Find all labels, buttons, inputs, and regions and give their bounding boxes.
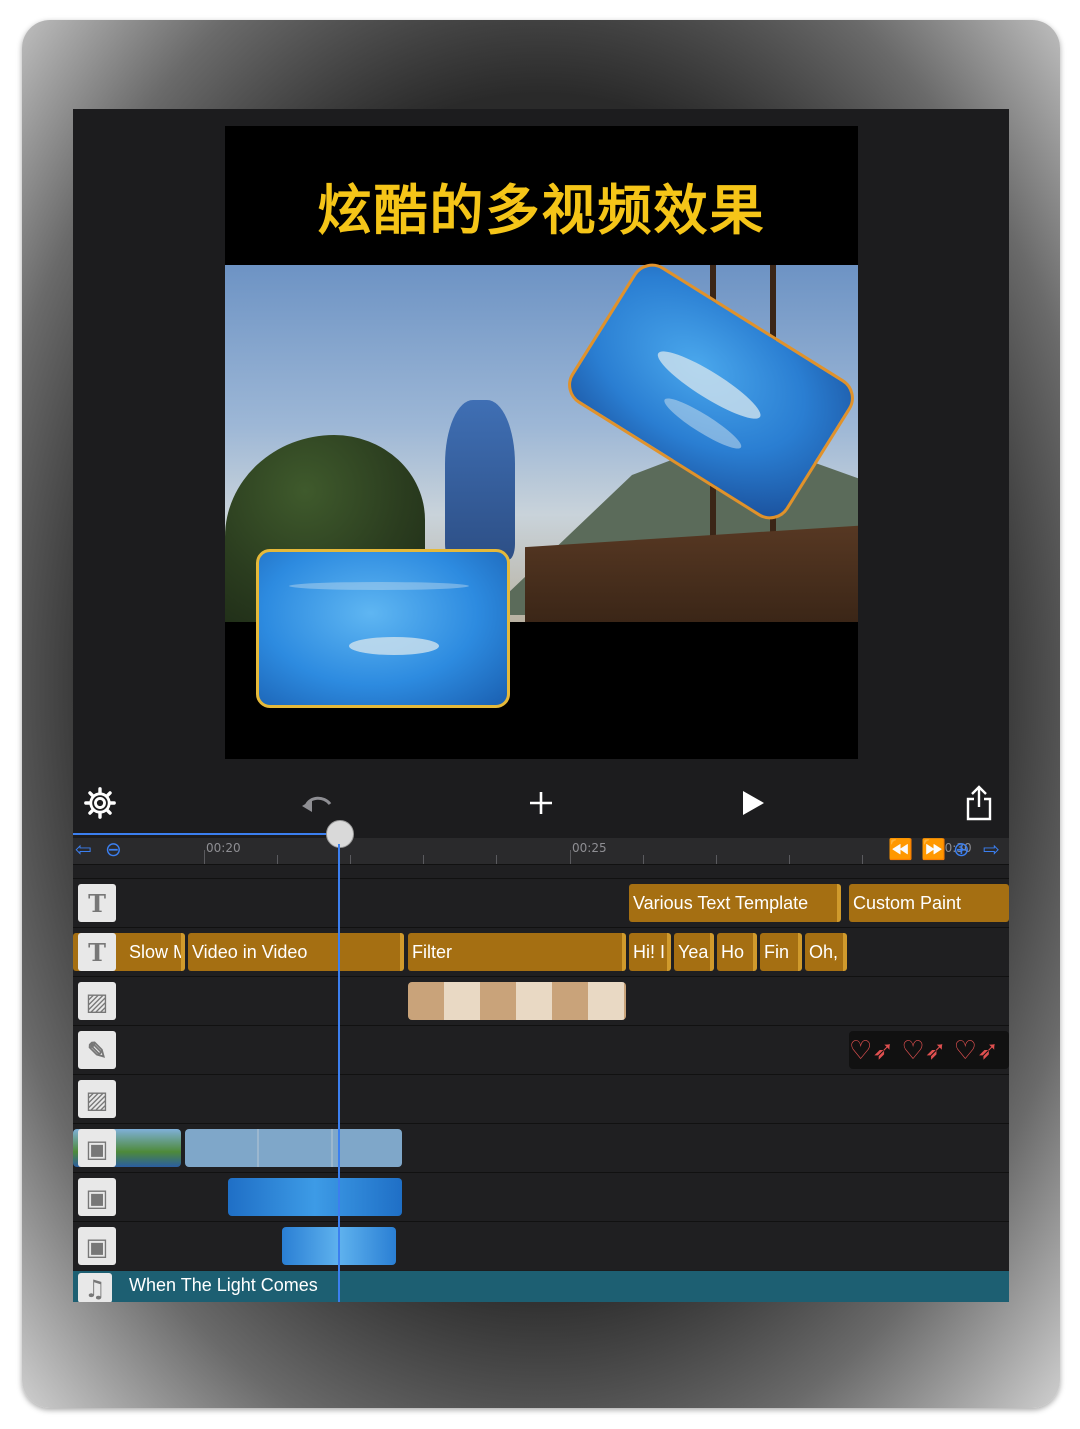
pip-video-aquarium[interactable] [256,549,510,708]
playhead-line [338,844,340,1302]
whale-statue [445,400,515,560]
audio-title: When The Light Comes [129,1275,318,1295]
time-label: 00:20 [206,841,241,855]
text-clip[interactable]: Fin [760,933,802,971]
toolbar [73,773,1009,833]
paint-clip[interactable]: ♡➶ ♡➶ ♡➶ [849,1031,1009,1069]
text-clip[interactable]: Oh, [805,933,847,971]
audio-track[interactable]: ♫ When The Light Comes [73,1271,1009,1302]
add-video-icon[interactable]: ▣ [78,1227,116,1265]
time-label: 00:25 [572,841,607,855]
forward-icon[interactable]: ⏩ [921,840,946,860]
video-clip[interactable] [228,1178,402,1216]
app-screen: 炫酷的多视频效果 ⇦ ⊖ 00:20 00:25 00:30 ⏪ ⏩ ⊕ ⇨ T… [73,109,1009,1302]
track-partial [73,864,1009,879]
add-text-icon[interactable]: T [78,884,116,922]
add-text-icon[interactable]: T [78,933,116,971]
video-preview[interactable]: 炫酷的多视频效果 [225,126,858,759]
scroll-left-icon[interactable]: ⇦ [75,840,92,860]
add-image-icon[interactable]: ▨ [78,1080,116,1118]
plus-icon[interactable] [521,783,561,823]
add-image-icon[interactable]: ▨ [78,982,116,1020]
share-icon[interactable] [959,783,999,823]
progress-line [73,833,337,835]
text-clip[interactable]: Custom Paint [849,884,1009,922]
playhead-knob[interactable] [326,820,354,848]
add-video-icon[interactable]: ▣ [78,1129,116,1167]
add-paint-icon[interactable]: ✎ [78,1031,116,1069]
text-clip[interactable]: Hi! I [629,933,671,971]
preview-title: 炫酷的多视频效果 [317,179,766,242]
image-clip[interactable] [408,982,626,1020]
add-video-icon[interactable]: ▣ [78,1178,116,1216]
timeline-tracks: T Various Text Template Custom Paint T S… [73,864,1009,1302]
image-track: ▨ [73,1074,1009,1123]
undo-icon[interactable] [297,783,337,823]
zoom-out-icon[interactable]: ⊖ [105,840,122,860]
paint-track: ✎ ♡➶ ♡➶ ♡➶ [73,1025,1009,1074]
scroll-right-icon[interactable]: ⇨ [983,840,1000,860]
text-clip[interactable]: Yea [674,933,714,971]
video-track: ▣ [73,1221,1009,1270]
timeline-ruler[interactable]: ⇦ ⊖ 00:20 00:25 00:30 ⏪ ⏩ ⊕ ⇨ [73,833,1009,864]
video-track: ▣ [73,1172,1009,1221]
video-track: ▣ [73,1123,1009,1172]
text-track: T Slow M Video in Video Filter Hi! I Yea… [73,927,1009,976]
text-clip[interactable]: Various Text Template [629,884,841,922]
video-clip[interactable] [185,1129,402,1167]
music-icon[interactable]: ♫ [78,1273,112,1302]
text-track: T Various Text Template Custom Paint [73,878,1009,927]
rewind-icon[interactable]: ⏪ [888,840,913,860]
text-clip[interactable]: Filter [408,933,626,971]
gear-icon[interactable] [80,783,120,823]
zoom-in-icon[interactable]: ⊕ [953,840,970,860]
image-track: ▨ [73,976,1009,1025]
text-clip[interactable]: Ho [717,933,757,971]
text-clip[interactable]: Video in Video [188,933,404,971]
play-icon[interactable] [733,783,773,823]
